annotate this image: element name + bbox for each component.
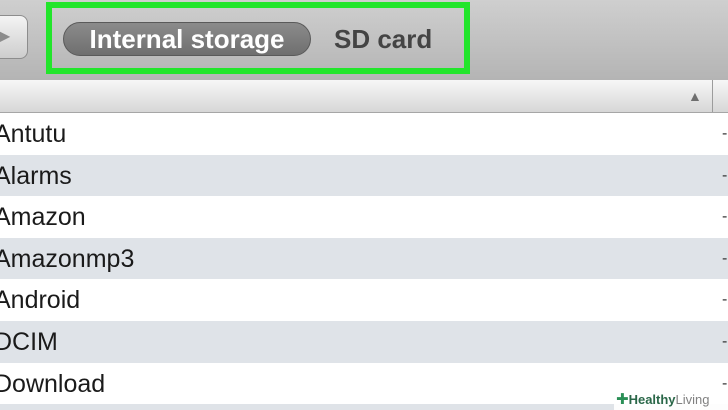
- file-kind: -: [722, 291, 728, 309]
- file-kind: -: [722, 208, 728, 226]
- file-list: Antutu - Alarms - Amazon - Amazonmp3 - A…: [0, 113, 728, 405]
- list-header[interactable]: ▲: [0, 80, 728, 113]
- storage-switch: Internal storage SD card: [46, 2, 470, 74]
- list-item[interactable]: Amazon -: [0, 196, 728, 238]
- toolbar: ▶ Internal storage SD card: [0, 0, 728, 81]
- column-divider: [712, 80, 713, 112]
- file-kind: -: [722, 125, 728, 142]
- list-item[interactable]: DCIM -: [0, 320, 728, 363]
- file-name: DCIM: [0, 327, 58, 356]
- watermark-text-healthy: Healthy: [628, 392, 676, 407]
- plus-icon: ✚: [616, 391, 629, 408]
- watermark-logo: ✚HealthyLiving: [614, 389, 728, 410]
- file-name: Download: [0, 369, 106, 398]
- file-name: Amazon: [0, 203, 86, 232]
- file-name: Antutu: [0, 120, 67, 148]
- list-item[interactable]: Android -: [0, 279, 728, 321]
- file-kind: -: [722, 166, 728, 184]
- file-name: Android: [0, 286, 81, 315]
- list-item[interactable]: Amazonmp3 -: [0, 237, 728, 280]
- list-item[interactable]: Alarms -: [0, 154, 728, 197]
- back-button[interactable]: ▶: [0, 15, 28, 59]
- file-kind: -: [722, 332, 728, 350]
- watermark-text-living: Living: [675, 392, 710, 407]
- file-name: Amazonmp3: [0, 244, 135, 273]
- tab-sd-card[interactable]: SD card: [334, 22, 432, 56]
- sort-ascending-icon[interactable]: ▲: [688, 88, 702, 104]
- file-name: Alarms: [0, 161, 72, 190]
- file-kind: -: [722, 249, 728, 267]
- list-item[interactable]: Antutu -: [0, 113, 728, 155]
- tab-internal-storage[interactable]: Internal storage: [63, 22, 311, 56]
- arrow-right-icon: ▶: [0, 28, 11, 45]
